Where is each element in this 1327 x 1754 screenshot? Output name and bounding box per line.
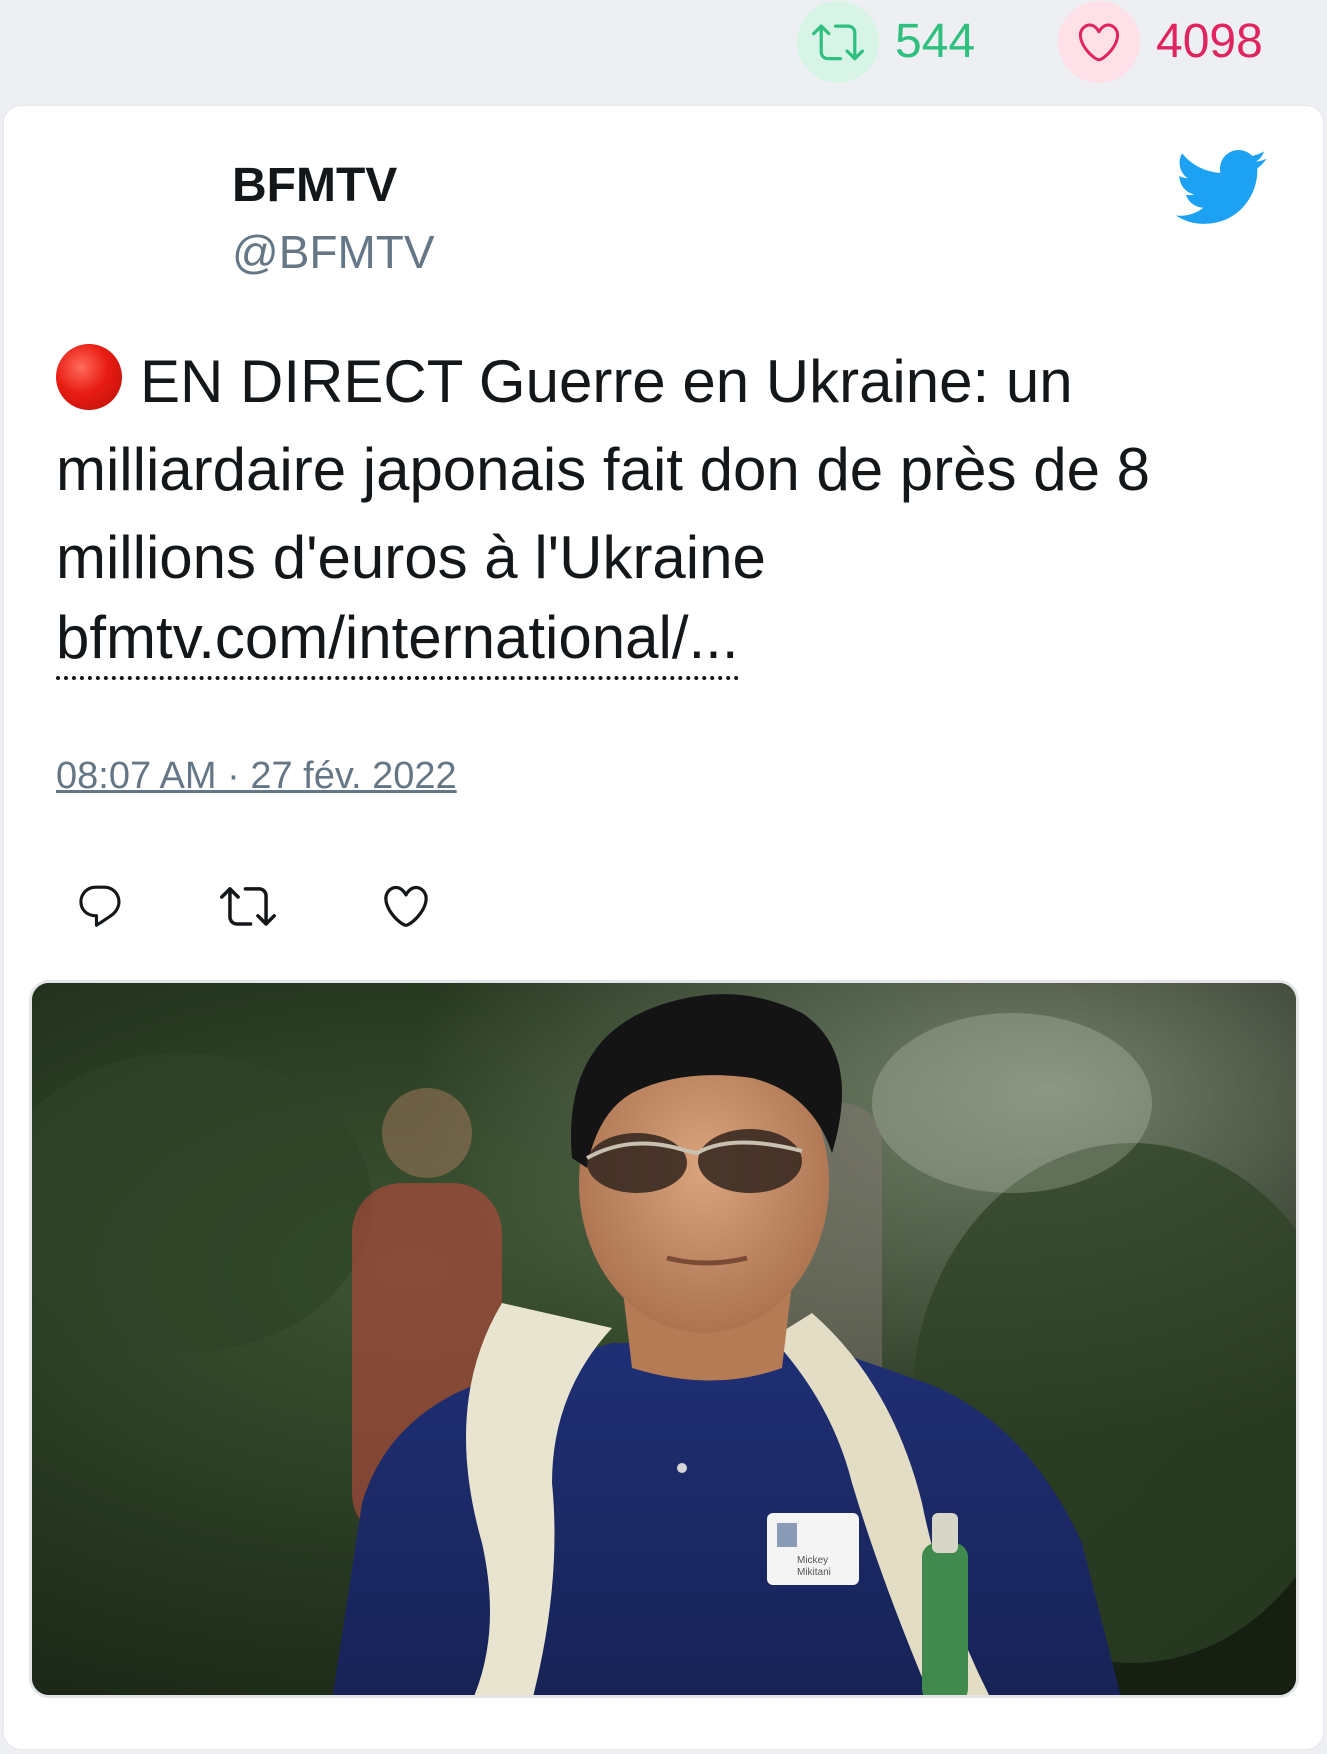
author-name[interactable]: BFMTV xyxy=(232,162,397,210)
retweet-action-icon[interactable] xyxy=(220,878,276,934)
author-handle[interactable]: @BFMTV xyxy=(232,229,435,275)
heart-icon[interactable] xyxy=(1058,1,1140,83)
retweet-icon[interactable] xyxy=(797,1,879,83)
twitter-bird-icon[interactable] xyxy=(1172,146,1268,228)
red-circle-icon xyxy=(56,344,122,410)
photo-illustration: Mickey Mikitani xyxy=(32,983,1296,1695)
retweet-count[interactable]: 544 xyxy=(797,0,975,84)
tweet-timestamp[interactable]: 08:07 AM · 27 fév. 2022 xyxy=(56,757,457,795)
retweet-count-value: 544 xyxy=(895,15,976,68)
badge-name: Mickey xyxy=(797,1555,828,1566)
badge-surname: Mikitani xyxy=(797,1567,831,1578)
reply-icon[interactable] xyxy=(72,878,128,934)
tweet-text: EN DIRECT Guerre en Ukraine: un milliard… xyxy=(56,338,1296,602)
like-action-icon[interactable] xyxy=(378,878,434,934)
like-count[interactable]: 4098 xyxy=(1058,0,1263,84)
like-count-value: 4098 xyxy=(1156,15,1263,68)
tweet-text-body: EN DIRECT Guerre en Ukraine: un milliard… xyxy=(56,348,1150,591)
tweet-media-photo[interactable]: Mickey Mikitani xyxy=(29,980,1299,1698)
tweet-link[interactable]: bfmtv.com/international/... xyxy=(56,600,739,680)
engagement-bar: 544 4098 xyxy=(0,0,1327,100)
